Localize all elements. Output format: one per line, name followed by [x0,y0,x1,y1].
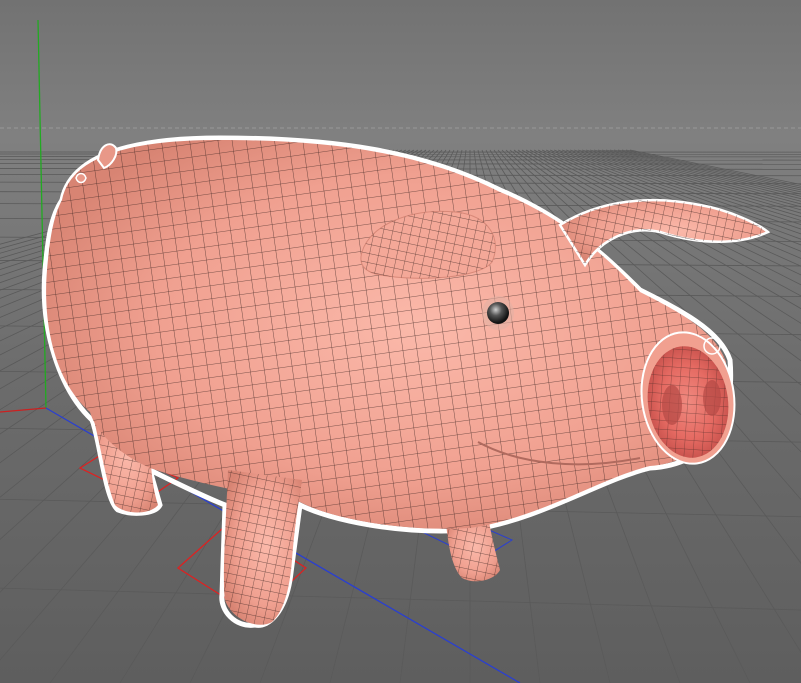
viewport-canvas[interactable] [0,0,801,683]
floor-grid-line [0,587,801,611]
pig-nostril-left [662,385,682,425]
pig-tail-tip [75,172,87,184]
pig-eye-ball [487,302,509,324]
x-axis-line [0,407,47,413]
3d-viewport[interactable] [0,0,801,683]
pig-model[interactable] [41,135,771,628]
pig-nostril-right [703,380,721,416]
